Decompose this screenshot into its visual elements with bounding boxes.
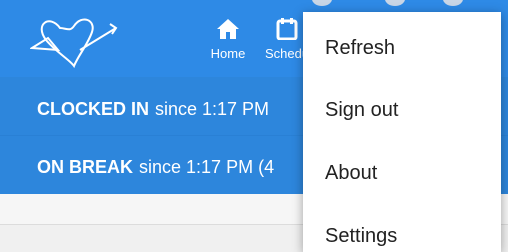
notification-badge <box>385 0 405 6</box>
on-break-status: ON BREAK since 1:17 PM (4 <box>37 157 274 178</box>
heart-arrow-logo-icon[interactable] <box>30 10 120 70</box>
home-icon <box>217 19 239 39</box>
on-break-label: ON BREAK <box>37 157 134 177</box>
notification-badge <box>443 0 463 6</box>
clocked-in-label: CLOCKED IN <box>37 99 149 119</box>
nav-home[interactable]: Home <box>203 18 253 61</box>
menu-item-sign-out[interactable]: Sign out <box>325 99 398 122</box>
on-break-time: since 1:17 PM (4 <box>139 157 275 177</box>
overflow-menu: Refresh Sign out About Settings <box>303 12 501 252</box>
menu-item-refresh[interactable]: Refresh <box>325 37 395 60</box>
calendar-icon <box>276 18 298 40</box>
clocked-in-status: CLOCKED IN since 1:17 PM <box>37 99 269 120</box>
menu-item-about[interactable]: About <box>325 162 377 185</box>
notification-badge <box>312 0 332 6</box>
clocked-in-time: since 1:17 PM <box>155 99 270 119</box>
nav-home-label: Home <box>210 46 246 61</box>
